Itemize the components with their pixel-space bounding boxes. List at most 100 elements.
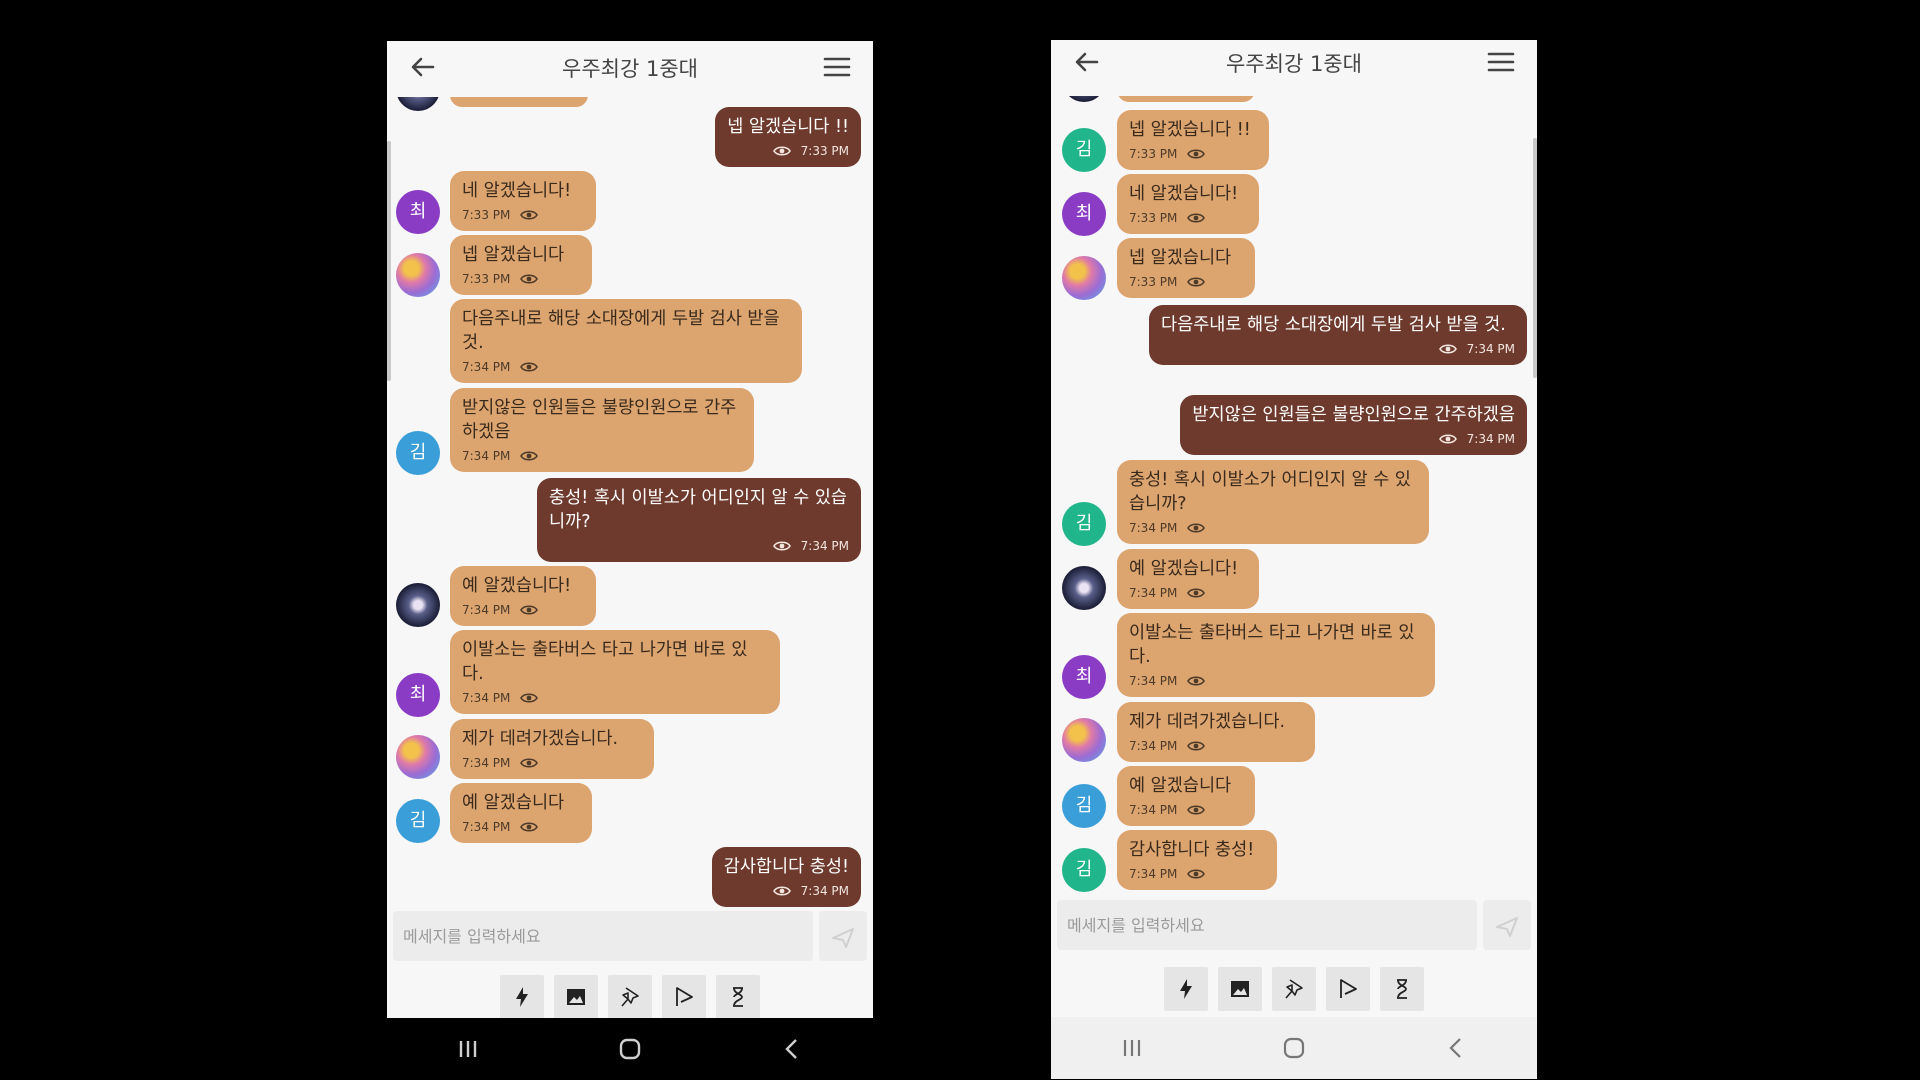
message-bubble[interactable]: 예 알겠습니다! 7:34 PM	[1117, 549, 1259, 609]
image-button[interactable]	[554, 975, 598, 1019]
attachment-toolbar	[387, 975, 873, 1021]
avatar[interactable]: 최	[396, 190, 440, 234]
message-list[interactable]: 넵 알겠습니다 !! 7:33 PM 김 네 알겠습니다! 7:33 PM 최 …	[1051, 40, 1537, 910]
avatar[interactable]	[396, 253, 440, 297]
attachment-toolbar	[1051, 967, 1537, 1013]
back-nav-icon[interactable]	[1441, 1036, 1471, 1060]
eye-icon	[520, 605, 539, 615]
message-bubble[interactable]: 제가 데려가겠습니다. 7:34 PM	[1117, 702, 1315, 762]
home-icon[interactable]	[615, 1037, 645, 1061]
avatar[interactable]	[1062, 256, 1106, 300]
flag-button[interactable]	[1326, 967, 1370, 1011]
send-button[interactable]	[1483, 900, 1531, 950]
back-nav-icon[interactable]	[777, 1037, 807, 1061]
message-bubble[interactable]: 받지않은 인원들은 불량인원으로 간주하겠음 7:34 PM	[1180, 395, 1527, 455]
message-time: 7:34 PM	[1129, 803, 1178, 817]
message-bubble[interactable]: 넵 알겠습니다 7:33 PM	[450, 235, 592, 295]
message-time: 7:33 PM	[800, 144, 849, 158]
message-bubble[interactable]: 다음주내로 해당 소대장에게 두발 검사 받을 것. 7:34 PM	[450, 299, 802, 383]
avatar[interactable]: 김	[1062, 784, 1106, 828]
message-list[interactable]: 넵 알겠습니다 !! 7:33 PM 네 알겠습니다! 7:33 PM 최 넵 …	[387, 41, 873, 911]
eye-icon	[1187, 805, 1206, 815]
image-button[interactable]	[1218, 967, 1262, 1011]
avatar[interactable]: 김	[1062, 502, 1106, 546]
message-text: 충성! 혹시 이발소가 어디인지 알 수 있습니까?	[1129, 470, 1411, 514]
home-icon[interactable]	[1279, 1036, 1309, 1060]
message-input[interactable]	[393, 911, 813, 961]
system-nav-bar	[387, 1018, 873, 1080]
message-bubble[interactable]: 제가 데려가겠습니다. 7:34 PM	[450, 719, 654, 779]
message-bubble[interactable]: 이발소는 출타버스 타고 나가면 바로 있다. 7:34 PM	[1117, 613, 1435, 697]
flag-icon	[1340, 979, 1357, 998]
eye-icon	[1187, 869, 1206, 879]
chat-screen-left: 넵 알겠습니다 !! 7:33 PM 네 알겠습니다! 7:33 PM 최 넵 …	[387, 41, 873, 1080]
message-time: 7:33 PM	[462, 272, 511, 286]
avatar[interactable]: 김	[1062, 128, 1106, 172]
lightning-button[interactable]	[500, 975, 544, 1019]
avatar[interactable]	[1062, 718, 1106, 762]
message-text: 넵 알겠습니다 !!	[727, 117, 849, 137]
pin-button[interactable]	[1272, 967, 1316, 1011]
message-time: 7:34 PM	[1466, 342, 1515, 356]
chat-header: 우주최강 1중대	[1051, 40, 1537, 96]
message-text: 예 알겠습니다	[462, 793, 565, 813]
avatar[interactable]: 최	[396, 673, 440, 717]
menu-icon[interactable]	[1485, 46, 1517, 78]
eye-icon	[520, 693, 539, 703]
message-time: 7:34 PM	[1129, 521, 1178, 535]
message-time: 7:34 PM	[800, 539, 849, 553]
message-text: 이발소는 출타버스 타고 나가면 바로 있다.	[1129, 623, 1415, 667]
message-bubble[interactable]: 예 알겠습니다 7:34 PM	[1117, 766, 1255, 826]
message-bubble[interactable]: 네 알겠습니다! 7:33 PM	[1117, 174, 1259, 234]
eye-icon	[1187, 213, 1206, 223]
message-bubble[interactable]: 충성! 혹시 이발소가 어디인지 알 수 있습니까? 7:34 PM	[537, 478, 861, 562]
chat-title: 우주최강 1중대	[1226, 52, 1362, 76]
message-time: 7:33 PM	[462, 208, 511, 222]
scrollbar[interactable]	[1533, 138, 1537, 378]
eye-icon	[1187, 149, 1206, 159]
message-text: 제가 데려가겠습니다.	[1129, 712, 1286, 732]
hourglass-button[interactable]	[716, 975, 760, 1019]
avatar[interactable]	[1062, 566, 1106, 610]
chat-header: 우주최강 1중대	[387, 41, 873, 97]
message-bubble[interactable]: 넵 알겠습니다 7:33 PM	[1117, 238, 1255, 298]
menu-icon[interactable]	[821, 51, 853, 83]
message-time: 7:34 PM	[462, 449, 511, 463]
scrollbar[interactable]	[387, 141, 391, 381]
avatar[interactable]: 최	[1062, 192, 1106, 236]
message-bubble[interactable]: 감사합니다 충성! 7:34 PM	[711, 847, 861, 907]
message-text: 다음주내로 해당 소대장에게 두발 검사 받을 것.	[462, 309, 780, 353]
send-icon	[832, 928, 854, 948]
avatar[interactable]: 김	[1062, 848, 1106, 892]
message-bubble[interactable]: 다음주내로 해당 소대장에게 두발 검사 받을 것. 7:34 PM	[1149, 305, 1527, 365]
message-bubble[interactable]: 예 알겠습니다! 7:34 PM	[450, 566, 596, 626]
message-bubble[interactable]: 이발소는 출타버스 타고 나가면 바로 있다. 7:34 PM	[450, 630, 780, 714]
recent-apps-icon[interactable]	[453, 1037, 483, 1061]
message-bubble[interactable]: 넵 알겠습니다 !! 7:33 PM	[1117, 110, 1269, 170]
message-text: 네 알겠습니다!	[462, 181, 572, 201]
message-bubble[interactable]: 받지않은 인원들은 불량인원으로 간주하겠음 7:34 PM	[450, 388, 754, 472]
send-button[interactable]	[819, 911, 867, 961]
pin-button[interactable]	[608, 975, 652, 1019]
hourglass-button[interactable]	[1380, 967, 1424, 1011]
message-bubble[interactable]: 예 알겠습니다 7:34 PM	[450, 783, 592, 843]
message-input[interactable]	[1057, 900, 1477, 950]
avatar[interactable]: 최	[1062, 655, 1106, 699]
eye-icon	[1187, 588, 1206, 598]
message-time: 7:33 PM	[1129, 275, 1178, 289]
message-bubble[interactable]: 넵 알겠습니다 !! 7:33 PM	[715, 107, 861, 167]
recent-apps-icon[interactable]	[1117, 1036, 1147, 1060]
message-bubble[interactable]: 네 알겠습니다! 7:33 PM	[450, 171, 596, 231]
avatar[interactable]: 김	[396, 431, 440, 475]
eye-icon	[1187, 277, 1206, 287]
flag-button[interactable]	[662, 975, 706, 1019]
message-time: 7:33 PM	[1129, 211, 1178, 225]
message-text: 충성! 혹시 이발소가 어디인지 알 수 있습니까?	[549, 488, 847, 532]
message-bubble[interactable]: 감사합니다 충성! 7:34 PM	[1117, 830, 1277, 890]
message-bubble[interactable]: 충성! 혹시 이발소가 어디인지 알 수 있습니까? 7:34 PM	[1117, 460, 1429, 544]
avatar[interactable]	[396, 735, 440, 779]
lightning-button[interactable]	[1164, 967, 1208, 1011]
avatar[interactable]	[396, 583, 440, 627]
eye-icon	[520, 274, 539, 284]
avatar[interactable]: 김	[396, 799, 440, 843]
